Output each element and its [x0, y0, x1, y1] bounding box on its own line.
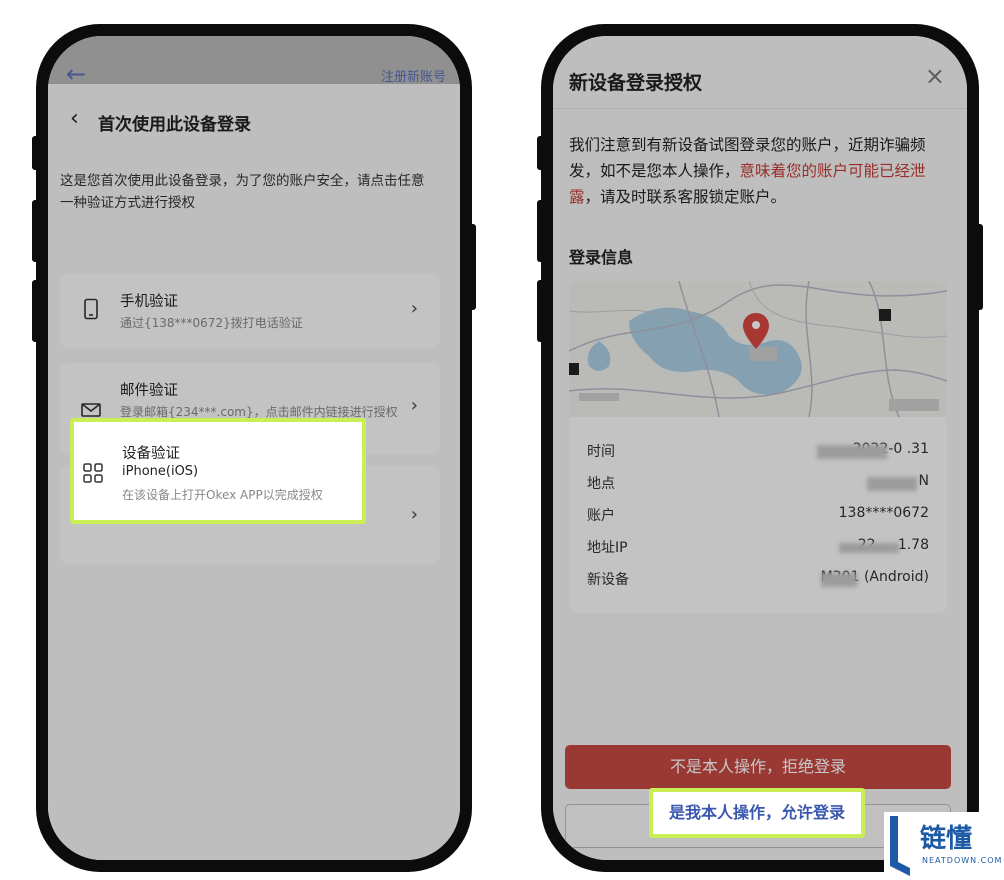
chevron-right-icon: › [410, 504, 418, 525]
info-row-location: 地点 N [569, 473, 947, 497]
method-title: 设备验证 [122, 446, 180, 462]
watermark-logo: 链懂 NEATDOWN.COM [884, 812, 1004, 880]
volume-down-button [32, 280, 40, 342]
phone-frame-right: 新设备登录授权 × 我们注意到有新设备试图登录您的账户，近期诈骗频发，如不是您本… [537, 24, 983, 872]
new-device-auth-sheet: 新设备登录授权 × 我们注意到有新设备试图登录您的账户，近期诈骗频发，如不是您本… [553, 36, 967, 860]
allow-login-highlight[interactable]: 是我本人操作，允许登录 [649, 788, 865, 838]
register-link[interactable]: 注册新账号 [381, 66, 446, 85]
method-subtitle: 在该设备上打开Okex APP以完成授权 [122, 488, 323, 502]
info-key: 地址IP [587, 540, 628, 556]
reject-login-button[interactable]: 不是本人操作，拒绝登录 [565, 745, 951, 789]
method-title: 手机验证 [120, 294, 178, 310]
phone-icon [84, 298, 98, 320]
info-row-account: 账户 138****0672 [569, 505, 947, 529]
logo-mark-icon [890, 816, 910, 876]
intro-text: 这是您首次使用此设备登录，为了您的账户安全，请点击任意一种验证方式进行授权 [60, 173, 425, 211]
page-title: 首次使用此设备登录 [98, 115, 251, 135]
mute-switch [32, 136, 40, 170]
screen-right: 新设备登录授权 × 我们注意到有新设备试图登录您的账户，近期诈骗频发，如不是您本… [553, 36, 967, 860]
redaction-blur [817, 445, 887, 459]
device-name: iPhone(iOS) [122, 464, 199, 479]
power-button [975, 224, 983, 310]
method-title: 邮件验证 [120, 383, 178, 399]
chevron-right-icon: › [410, 395, 418, 416]
dialog-title: 新设备登录授权 [569, 72, 703, 94]
redaction-blur [821, 573, 857, 587]
info-value: 138****0672 [838, 505, 929, 521]
security-warning: 我们注意到有新设备试图登录您的账户，近期诈骗频发，如不是您本人操作，意味着您的账… [569, 132, 939, 210]
info-key: 账户 [587, 508, 615, 524]
watermark-text: 链懂 [920, 824, 973, 854]
divider [553, 108, 967, 109]
volume-down-button [537, 280, 545, 342]
method-subtitle: 通过{138***0672}拨打电话验证 [120, 316, 303, 330]
volume-up-button [537, 200, 545, 262]
info-key: 新设备 [587, 572, 629, 588]
login-info-details: 时间 2022-0 .31 地点 N 账户 138****0672 地址IP 2… [569, 417, 947, 613]
info-row-ip: 地址IP 22 . . 1.78 [569, 537, 947, 561]
login-info-heading: 登录信息 [569, 248, 634, 267]
location-pin-icon [743, 313, 769, 349]
back-arrow-icon[interactable]: ← [66, 62, 86, 86]
volume-up-button [32, 200, 40, 262]
chevron-left-icon[interactable]: ‹ [70, 108, 79, 130]
info-row-device: 新设备 M201 (Android) [569, 569, 947, 593]
location-map[interactable] [569, 281, 947, 417]
info-row-time: 时间 2022-0 .31 [569, 441, 947, 465]
close-icon[interactable]: × [925, 64, 945, 88]
redaction-blur [839, 543, 899, 553]
watermark-subtext: NEATDOWN.COM [922, 856, 1003, 865]
info-value: N [918, 473, 929, 489]
method-phone-verification[interactable]: 手机验证 通过{138***0672}拨打电话验证 › [60, 274, 440, 348]
mute-switch [537, 136, 545, 170]
chevron-right-icon: › [410, 298, 418, 319]
info-key: 地点 [587, 476, 615, 492]
device-verification-highlight[interactable]: 设备验证 iPhone(iOS) 在该设备上打开Okex APP以完成授权 [70, 418, 366, 524]
grid-icon [83, 463, 103, 483]
info-key: 时间 [587, 444, 615, 460]
warning-text-end: ，请及时联系客服锁定账户。 [584, 188, 787, 206]
redaction-blur [867, 477, 917, 491]
power-button [468, 224, 476, 310]
